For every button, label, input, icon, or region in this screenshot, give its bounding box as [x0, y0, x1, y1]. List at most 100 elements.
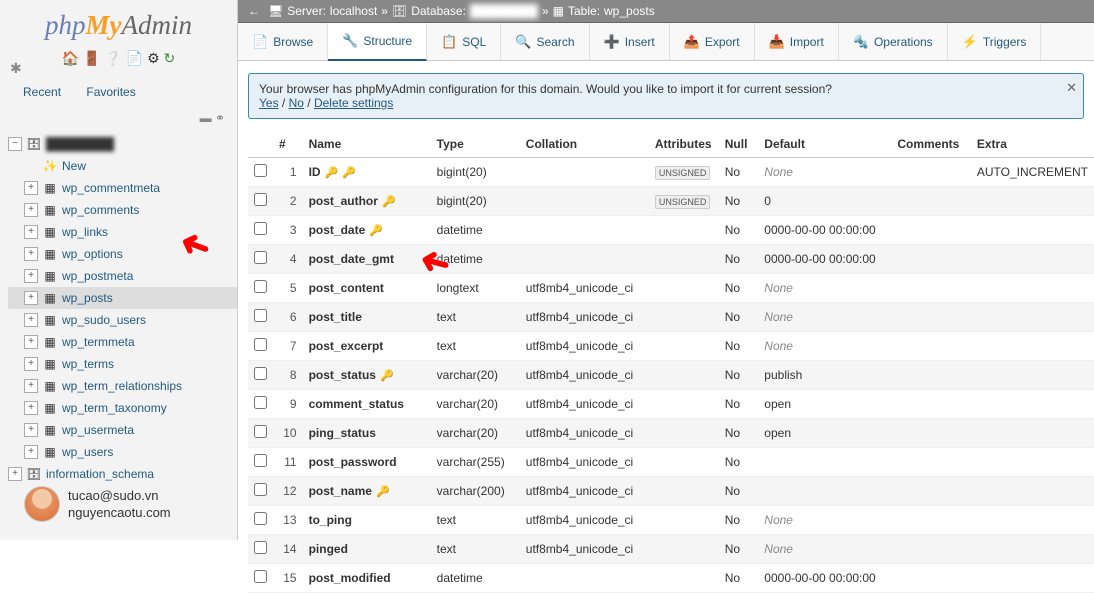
plus-icon[interactable]: + — [24, 335, 38, 349]
tree-table-label[interactable]: wp_sudo_users — [62, 311, 146, 329]
tree-table-wp-comments[interactable]: +▦wp_comments — [8, 199, 237, 221]
minus-icon[interactable]: − — [8, 137, 22, 151]
row-checkbox[interactable] — [254, 483, 267, 496]
tab-favorites[interactable]: Favorites — [75, 80, 146, 104]
tree-db-current[interactable]: − 🗄 ████████ — [8, 133, 237, 155]
tree-table-label[interactable]: wp_termmeta — [62, 333, 135, 351]
plus-icon[interactable]: + — [8, 467, 22, 481]
tree-table-wp-sudo-users[interactable]: +▦wp_sudo_users — [8, 309, 237, 331]
col-name[interactable]: post_modified — [309, 571, 391, 585]
row-checkbox[interactable] — [254, 396, 267, 409]
row-checkbox[interactable] — [254, 309, 267, 322]
column-row[interactable]: 13to_pingtextutf8mb4_unicode_ciNoNone — [248, 506, 1094, 535]
row-checkbox[interactable] — [254, 251, 267, 264]
col-name[interactable]: post_author — [309, 194, 378, 208]
tree-db-label[interactable]: ████████ — [46, 135, 114, 153]
docs-icon[interactable]: ❔ — [104, 50, 121, 66]
tree-table-wp-posts[interactable]: +▦wp_posts — [8, 287, 237, 309]
plus-icon[interactable]: + — [24, 247, 38, 261]
row-checkbox[interactable] — [254, 425, 267, 438]
col-name[interactable]: post_name — [309, 484, 372, 498]
plus-icon[interactable]: + — [24, 357, 38, 371]
tree-new[interactable]: ✨ New — [8, 155, 237, 177]
tab-import[interactable]: 📥Import — [755, 23, 839, 60]
header-name[interactable]: Name — [303, 131, 431, 158]
row-checkbox[interactable] — [254, 512, 267, 525]
header-type[interactable]: Type — [431, 131, 520, 158]
row-checkbox[interactable] — [254, 280, 267, 293]
column-row[interactable]: 1ID🔑🔑bigint(20)UNSIGNEDNoNoneAUTO_INCREM… — [248, 158, 1094, 187]
plus-icon[interactable]: + — [24, 445, 38, 459]
tree-table-wp-options[interactable]: +▦wp_options — [8, 243, 237, 265]
tree-table-wp-users[interactable]: +▦wp_users — [8, 441, 237, 463]
column-row[interactable]: 4post_date_gmtdatetimeNo0000-00-00 00:00… — [248, 245, 1094, 274]
col-name[interactable]: to_ping — [309, 513, 352, 527]
tab-recent[interactable]: Recent — [12, 80, 72, 104]
plus-icon[interactable]: + — [24, 269, 38, 283]
plus-icon[interactable]: + — [24, 379, 38, 393]
header-attributes[interactable]: Attributes — [649, 131, 719, 158]
column-row[interactable]: 5post_contentlongtextutf8mb4_unicode_ciN… — [248, 274, 1094, 303]
plus-icon[interactable]: + — [24, 423, 38, 437]
column-row[interactable]: 9comment_statusvarchar(20)utf8mb4_unicod… — [248, 390, 1094, 419]
tab-operations[interactable]: 🔩Operations — [839, 23, 948, 60]
tab-insert[interactable]: ➕Insert — [590, 23, 670, 60]
row-checkbox[interactable] — [254, 367, 267, 380]
bc-table-link[interactable]: wp_posts — [604, 4, 655, 18]
col-name[interactable]: post_title — [309, 310, 362, 324]
column-row[interactable]: 3post_date🔑datetimeNo0000-00-00 00:00:00 — [248, 216, 1094, 245]
notice-delete-link[interactable]: Delete settings — [314, 96, 393, 110]
column-row[interactable]: 14pingedtextutf8mb4_unicode_ciNoNone — [248, 535, 1094, 564]
notice-yes-link[interactable]: Yes — [259, 96, 279, 110]
col-name[interactable]: post_excerpt — [309, 339, 384, 353]
plus-icon[interactable]: + — [24, 401, 38, 415]
plus-icon[interactable]: + — [24, 291, 38, 305]
collapse-icon[interactable]: ▬ — [200, 111, 212, 125]
header-extra[interactable]: Extra — [971, 131, 1094, 158]
row-checkbox[interactable] — [254, 541, 267, 554]
row-checkbox[interactable] — [254, 570, 267, 583]
col-name[interactable]: post_date_gmt — [309, 252, 394, 266]
row-checkbox[interactable] — [254, 338, 267, 351]
tree-table-wp-terms[interactable]: +▦wp_terms — [8, 353, 237, 375]
settings-icon[interactable]: ⚙ — [147, 50, 160, 66]
col-name[interactable]: post_date — [309, 223, 366, 237]
bc-server-link[interactable]: localhost — [330, 4, 377, 18]
tree-table-label[interactable]: wp_users — [62, 443, 113, 461]
column-row[interactable]: 15post_modifieddatetimeNo0000-00-00 00:0… — [248, 564, 1094, 593]
tree-table-label[interactable]: wp_term_taxonomy — [62, 399, 167, 417]
link-icon[interactable]: ⚭ — [215, 111, 225, 125]
close-icon[interactable]: ✕ — [1066, 80, 1077, 96]
notice-no-link[interactable]: No — [289, 96, 304, 110]
tab-browse[interactable]: 📄Browse — [238, 23, 328, 60]
column-row[interactable]: 8post_status🔑varchar(20)utf8mb4_unicode_… — [248, 361, 1094, 390]
tree-db-label[interactable]: information_schema — [46, 465, 154, 483]
tree-table-label[interactable]: wp_comments — [62, 201, 139, 219]
column-row[interactable]: 6post_titletextutf8mb4_unicode_ciNoNone — [248, 303, 1094, 332]
tree-table-wp-term-relationships[interactable]: +▦wp_term_relationships — [8, 375, 237, 397]
logo[interactable]: phpMyAdmin — [0, 0, 237, 46]
tree-table-wp-term-taxonomy[interactable]: +▦wp_term_taxonomy — [8, 397, 237, 419]
tab-structure[interactable]: 🔧Structure — [328, 23, 427, 61]
sql-icon[interactable]: 📄 — [126, 50, 143, 66]
row-checkbox[interactable] — [254, 222, 267, 235]
tree-table-wp-commentmeta[interactable]: +▦wp_commentmeta — [8, 177, 237, 199]
tab-sql[interactable]: 📋SQL — [427, 23, 501, 60]
header-default[interactable]: Default — [758, 131, 891, 158]
tree-table-label[interactable]: wp_options — [62, 245, 123, 263]
home-icon[interactable]: 🏠 — [62, 50, 79, 66]
col-name[interactable]: pinged — [309, 542, 348, 556]
reload-icon[interactable]: ↻ — [164, 50, 176, 66]
tree-table-wp-termmeta[interactable]: +▦wp_termmeta — [8, 331, 237, 353]
col-name[interactable]: post_status — [309, 368, 376, 382]
col-name[interactable]: post_password — [309, 455, 397, 469]
plus-icon[interactable]: + — [24, 181, 38, 195]
column-row[interactable]: 2post_author🔑bigint(20)UNSIGNEDNo0 — [248, 187, 1094, 216]
plus-icon[interactable]: + — [24, 225, 38, 239]
tree-table-wp-postmeta[interactable]: +▦wp_postmeta — [8, 265, 237, 287]
tab-triggers[interactable]: ⚡Triggers — [948, 23, 1042, 60]
column-row[interactable]: 10ping_statusvarchar(20)utf8mb4_unicode_… — [248, 419, 1094, 448]
plus-icon[interactable]: + — [24, 313, 38, 327]
tree-table-wp-usermeta[interactable]: +▦wp_usermeta — [8, 419, 237, 441]
tree-table-label[interactable]: wp_posts — [62, 289, 113, 307]
